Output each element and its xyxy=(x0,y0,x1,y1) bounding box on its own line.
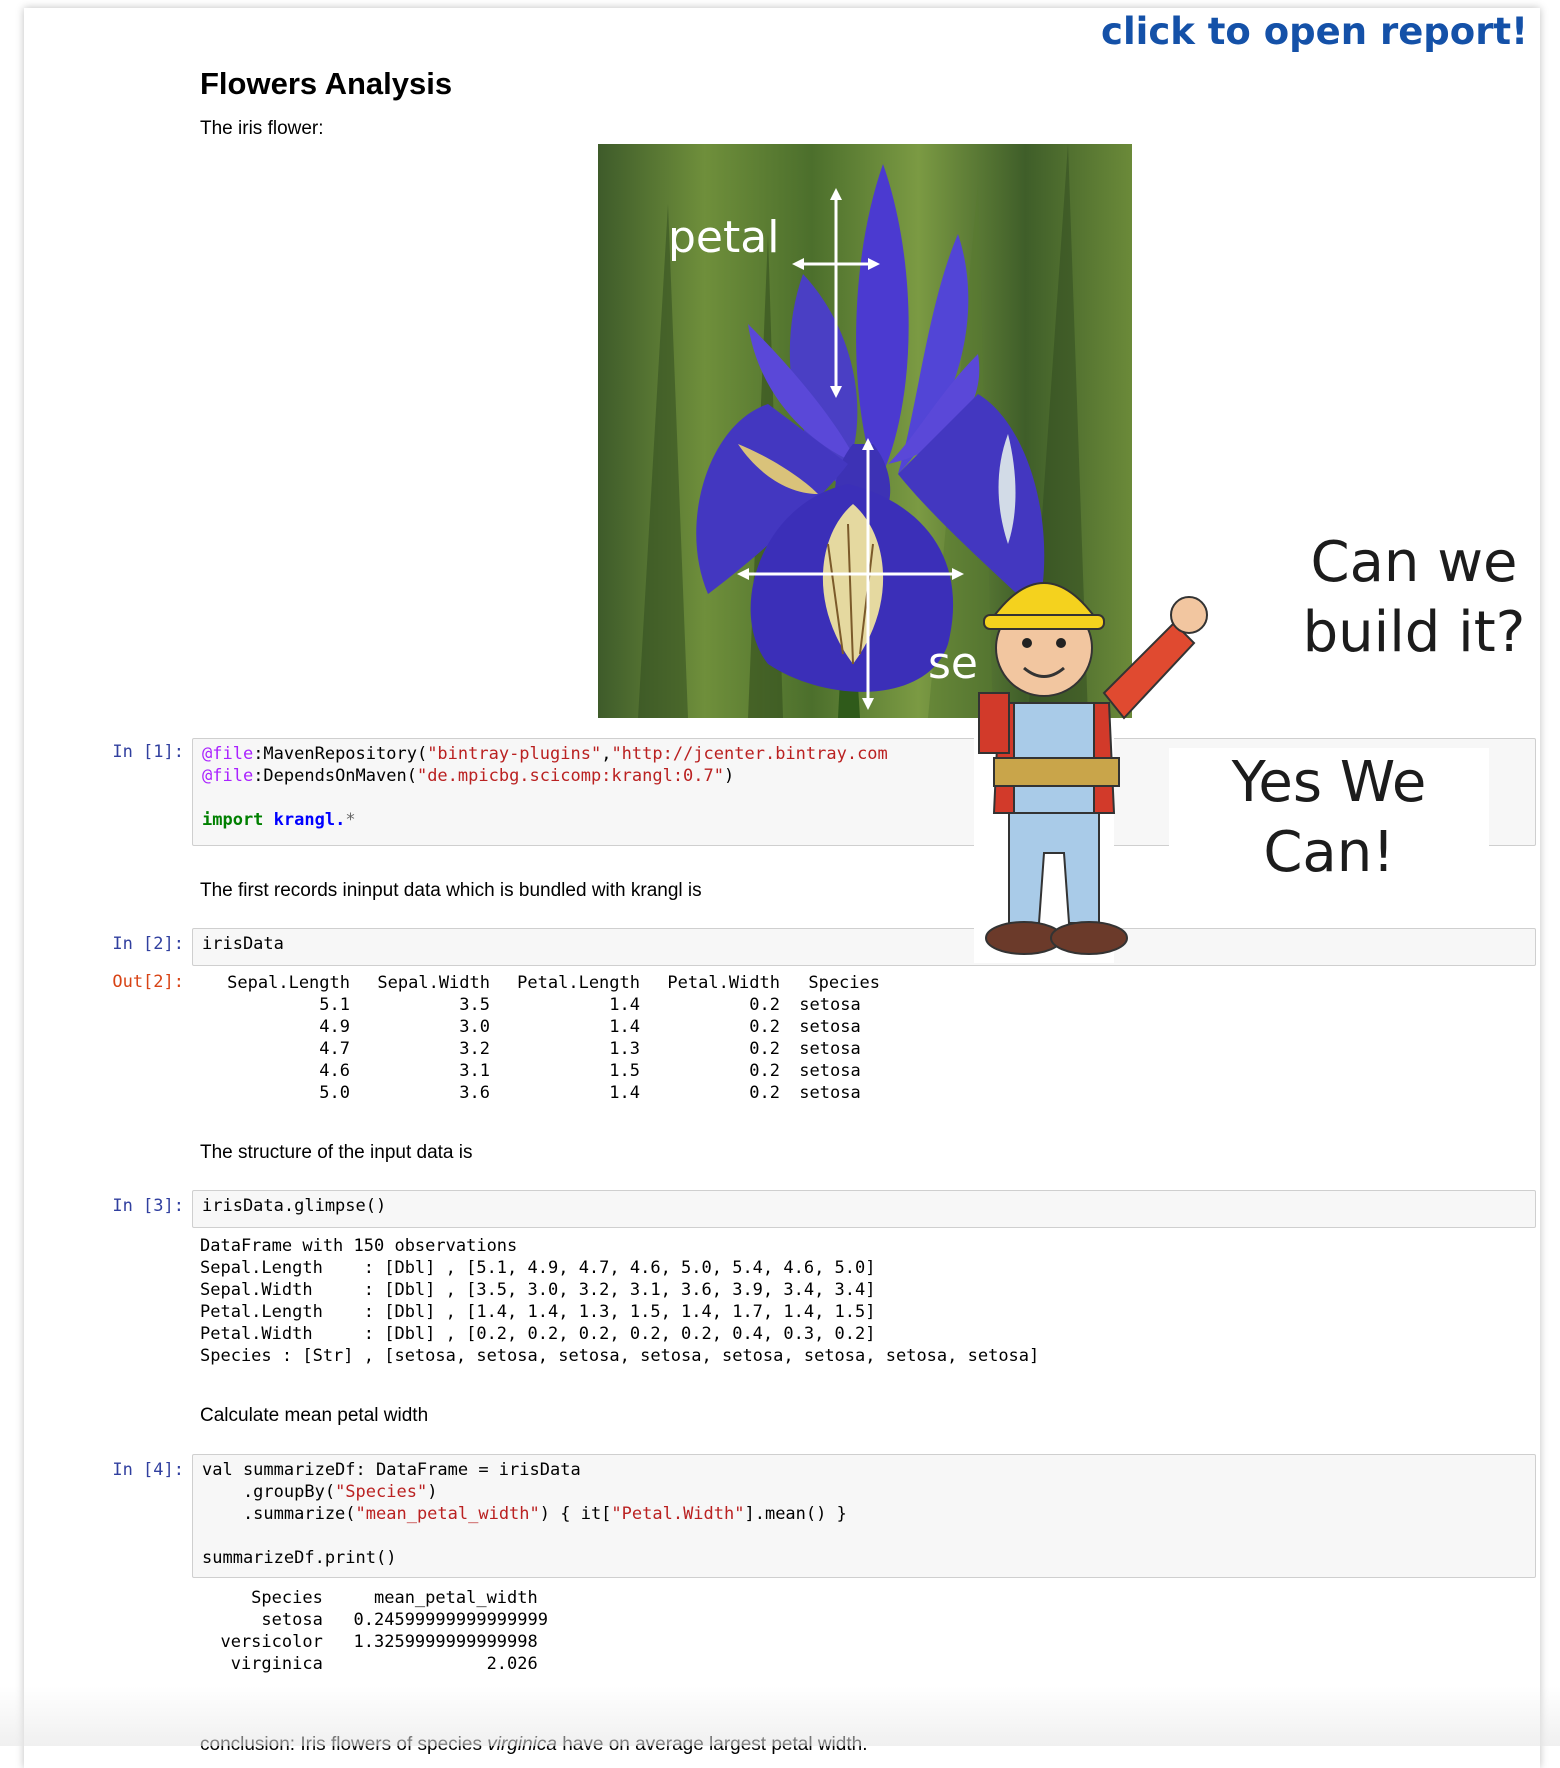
table-cell: 1.4 xyxy=(609,1017,640,1037)
string-literal: "Species" xyxy=(335,1482,428,1502)
table-cell: 3.0 xyxy=(459,1017,490,1037)
code-text: ) { it[ xyxy=(539,1504,612,1524)
code-text: * xyxy=(345,810,356,830)
table-cell: 5.0 xyxy=(319,1083,350,1103)
code-text: ) xyxy=(724,766,735,786)
markdown-text-4: Calculate mean petal width xyxy=(200,1405,429,1426)
table-row: 5.1 3.5 1.4 0.2 setosa xyxy=(210,994,880,1016)
table-cell: setosa xyxy=(799,1017,861,1037)
table-cell: 4.9 xyxy=(319,1017,350,1037)
table-header-cell: Petal.Length xyxy=(517,973,640,993)
table-cell: 0.2 xyxy=(749,1083,780,1103)
table-header-cell: Petal.Width xyxy=(667,973,780,993)
table-cell: 4.7 xyxy=(319,1039,350,1059)
table-row: 4.6 3.1 1.5 0.2 setosa xyxy=(210,1060,880,1082)
table-cell: setosa xyxy=(799,1083,861,1103)
cell4-output: Species mean_petal_width setosa 0.245999… xyxy=(220,1588,548,1674)
table-row: 5.0 3.6 1.4 0.2 setosa xyxy=(210,1082,880,1104)
code-text: .summarize( xyxy=(202,1504,356,1524)
table-row: 4.7 3.2 1.3 0.2 setosa xyxy=(210,1038,880,1060)
table-cell: 1.5 xyxy=(609,1061,640,1081)
code-cell-4[interactable]: val summarizeDf: DataFrame = irisData .g… xyxy=(192,1454,1536,1578)
table-cell: 3.1 xyxy=(459,1061,490,1081)
table-cell: setosa xyxy=(799,995,861,1015)
code-text: , xyxy=(601,744,612,764)
module-name: krangl. xyxy=(273,810,346,830)
markdown-text-3: The structure of the input data is xyxy=(200,1142,473,1163)
code-text: val summarizeDf: DataFrame = irisData xyxy=(202,1460,581,1480)
cell2-prompt: In [2]: xyxy=(112,934,184,954)
cell3-prompt: In [3]: xyxy=(112,1196,184,1216)
table-cell: 5.1 xyxy=(319,995,350,1015)
decorator: @file xyxy=(202,744,254,764)
code-text: .groupBy( xyxy=(202,1482,336,1502)
table-header-cell: Sepal.Length xyxy=(227,973,350,993)
string-literal: "Petal.Width" xyxy=(611,1504,745,1524)
string-literal: "http://jcenter.bintray.com xyxy=(611,744,888,764)
table-cell: 1.4 xyxy=(609,1083,640,1103)
cell3-code: irisData.glimpse() xyxy=(202,1196,387,1216)
meme-question: Can we build it? xyxy=(1294,528,1534,668)
bottom-fade xyxy=(0,1686,1560,1746)
code-cell-3[interactable]: irisData.glimpse() xyxy=(192,1190,1536,1228)
table-header-cell: Species xyxy=(808,973,880,993)
code-cell-2[interactable]: irisData xyxy=(192,928,1536,966)
table-cell: 4.6 xyxy=(319,1061,350,1081)
table-cell: 0.2 xyxy=(749,1061,780,1081)
petal-label: petal xyxy=(668,212,779,263)
markdown-text-2: The first records ininput data which is … xyxy=(200,880,702,901)
table-header-cell: Sepal.Width xyxy=(377,973,490,993)
intro-text: The iris flower: xyxy=(200,118,324,139)
table-cell: 0.2 xyxy=(749,995,780,1015)
table-cell: 0.2 xyxy=(749,1039,780,1059)
cell2-code: irisData xyxy=(202,934,284,954)
cell2-out-prompt: Out[2]: xyxy=(112,972,184,992)
table-cell: 0.2 xyxy=(749,1017,780,1037)
cell1-prompt: In [1]: xyxy=(112,742,184,762)
table-cell: 3.2 xyxy=(459,1039,490,1059)
bob-the-builder-icon xyxy=(974,582,1208,963)
string-literal: "mean_petal_width" xyxy=(355,1504,540,1524)
iris-data-table: Sepal.Length Sepal.Width Petal.Length Petal… xyxy=(210,972,880,1104)
code-text: :MavenRepository( xyxy=(253,744,428,764)
table-cell: 1.4 xyxy=(609,995,640,1015)
string-literal: "de.mpicbg.scicomp:krangl:0.7" xyxy=(416,766,724,786)
cell1-code: @file:MavenRepository("bintray-plugins",… xyxy=(202,743,888,831)
code-text: ) xyxy=(427,1482,438,1502)
table-cell: 3.6 xyxy=(459,1083,490,1103)
cell3-output: DataFrame with 150 observations Sepal.Le… xyxy=(200,1236,1040,1366)
string-literal: "bintray-plugins" xyxy=(427,744,602,764)
table-row: 4.9 3.0 1.4 0.2 setosa xyxy=(210,1016,880,1038)
table-cell: setosa xyxy=(799,1061,861,1081)
code-text: summarizeDf.print() xyxy=(202,1548,397,1568)
notebook-title: Flowers Analysis xyxy=(200,66,453,101)
code-text: ].mean() } xyxy=(744,1504,847,1524)
import-keyword: import xyxy=(202,810,264,830)
table-cell: setosa xyxy=(799,1039,861,1059)
table-cell: 1.3 xyxy=(609,1039,640,1059)
code-text: :DependsOnMaven( xyxy=(253,766,417,786)
notebook-page: click to open report! Flowers Analysis T… xyxy=(24,8,1540,1768)
cell4-code: val summarizeDf: DataFrame = irisData .g… xyxy=(202,1459,847,1569)
open-report-link[interactable]: click to open report! xyxy=(1101,10,1528,53)
cell4-prompt: In [4]: xyxy=(112,1460,184,1480)
table-cell: 3.5 xyxy=(459,995,490,1015)
decorator: @file xyxy=(202,766,254,786)
table-header-row: Sepal.Length Sepal.Width Petal.Length Petal… xyxy=(210,972,880,994)
